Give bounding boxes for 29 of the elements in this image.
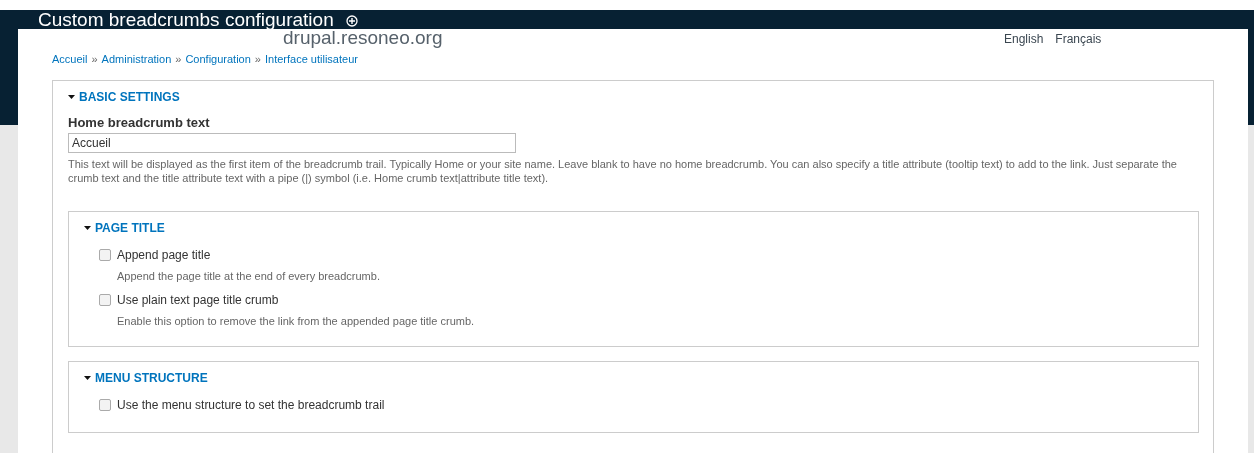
checkbox-label[interactable]: Append page title: [117, 246, 211, 264]
breadcrumb-link[interactable]: Interface utilisateur: [265, 50, 358, 68]
fieldset-legend[interactable]: PAGE TITLE: [84, 212, 1183, 244]
breadcrumb-separator: »: [91, 51, 98, 67]
breadcrumb-separator: »: [254, 51, 261, 67]
caret-icon[interactable]: [84, 374, 92, 382]
fieldset-legend[interactable]: BASIC SETTINGS: [68, 81, 1199, 113]
checkbox[interactable]: [99, 399, 111, 411]
checkbox-label[interactable]: Use plain text page title crumb: [117, 291, 279, 309]
checkbox-label[interactable]: Use the menu structure to set the breadcrumb trail: [117, 396, 385, 414]
checkbox[interactable]: [99, 249, 111, 261]
add-circle-icon[interactable]: [345, 14, 358, 27]
field-description: Append the page title at the end of every breadcrumb.: [116, 269, 381, 283]
breadcrumb-link[interactable]: Configuration: [185, 50, 251, 68]
field-description: This text will be displayed as the first item of the breadcrumb trail. Typically Home or your site name. Leave blank to have no home breadcrumb. You can also specify a title attribute (tooltip text) to add to the link. Just separate the crumb text and the title attribute text with a pipe (|) symbol (i.e. Home crumb text|attribute title text).: [68, 157, 1178, 185]
language-link[interactable]: Français: [1055, 30, 1102, 48]
site-name: drupal.resoneo.org: [283, 27, 443, 50]
dialog-title: Custom breadcrumbs configuration: [38, 10, 334, 29]
breadcrumb-separator: »: [175, 51, 182, 67]
fieldset-legend[interactable]: MENU STRUCTURE: [84, 362, 1183, 394]
checkbox[interactable]: [99, 294, 111, 306]
text-field[interactable]: Accueil: [68, 133, 516, 153]
language-link[interactable]: English: [1004, 30, 1044, 48]
caret-icon[interactable]: [68, 93, 76, 101]
field-label: Home breadcrumb text: [68, 115, 211, 131]
field-description: Enable this option to remove the link from the appended page title crumb.: [116, 314, 476, 328]
breadcrumb-link[interactable]: Administration: [101, 50, 172, 68]
caret-icon[interactable]: [84, 224, 92, 232]
breadcrumb-link[interactable]: Accueil: [52, 50, 88, 68]
